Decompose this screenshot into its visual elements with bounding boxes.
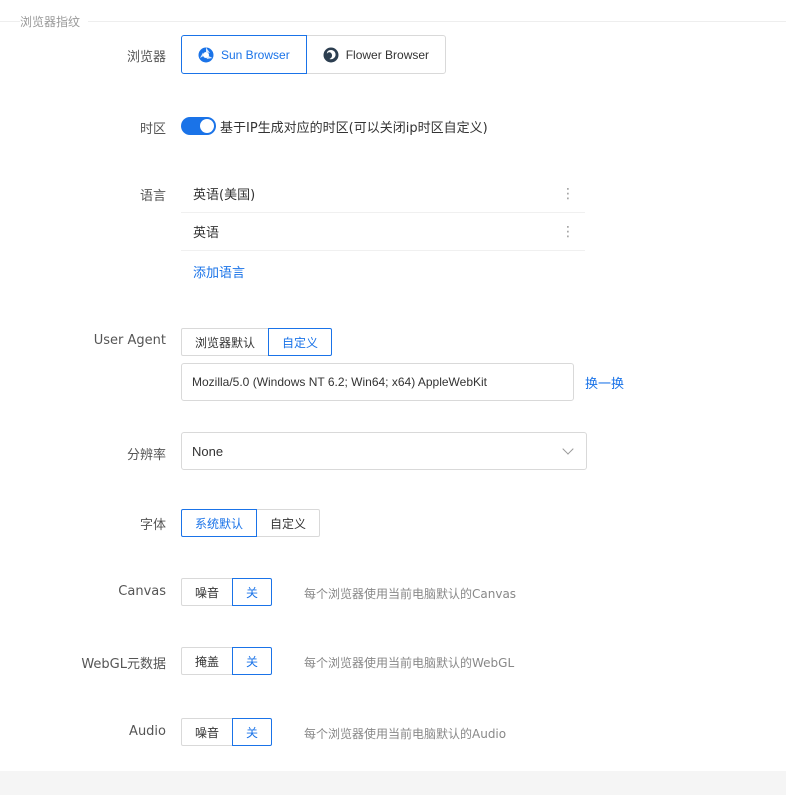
more-vertical-icon[interactable]: ⋮ (561, 225, 575, 239)
add-language-link[interactable]: 添加语言 (193, 262, 245, 281)
font-system-default-button[interactable]: 系统默认 (181, 509, 258, 537)
resolution-value: None (192, 443, 224, 459)
user-agent-input[interactable] (181, 363, 574, 401)
flower-browser-label: Flower Browser (345, 47, 430, 62)
webgl-label: WebGL元数据 (81, 657, 166, 672)
webgl-hint: 每个浏览器使用当前电脑默认的WebGL (304, 656, 515, 670)
section-title: 浏览器指纹 (20, 13, 89, 30)
audio-off-button[interactable]: 关 (232, 718, 273, 746)
audio-noise-button[interactable]: 噪音 (181, 718, 234, 746)
webgl-off-button[interactable]: 关 (232, 647, 273, 675)
language-name: 英语(美国) (193, 188, 256, 203)
language-name: 英语 (193, 226, 220, 241)
audio-mode-selector: 噪音 关 (181, 718, 273, 746)
resolution-select[interactable]: None (181, 432, 587, 470)
section-divider (0, 21, 786, 22)
webgl-mode-selector: 掩盖 关 (181, 647, 273, 675)
timezone-description: 基于IP生成对应的时区(可以关闭ip时区自定义) (220, 121, 488, 136)
canvas-noise-button[interactable]: 噪音 (181, 578, 234, 606)
canvas-label: Canvas (118, 584, 166, 599)
ua-default-button[interactable]: 浏览器默认 (181, 328, 270, 356)
ua-custom-button[interactable]: 自定义 (268, 328, 333, 356)
canvas-hint: 每个浏览器使用当前电脑默认的Canvas (304, 587, 517, 601)
toggle-knob (200, 119, 214, 133)
more-vertical-icon[interactable]: ⋮ (561, 187, 575, 201)
font-label: 字体 (139, 518, 166, 533)
font-mode-selector: 系统默认 自定义 (181, 509, 321, 537)
flower-browser-button[interactable]: Flower Browser (305, 35, 447, 74)
resolution-label: 分辨率 (126, 448, 166, 463)
user-agent-mode-selector: 浏览器默认 自定义 (181, 328, 333, 356)
sun-browser-label: Sun Browser (221, 47, 290, 62)
audio-label: Audio (129, 724, 166, 739)
footer-bar (0, 771, 786, 795)
language-row: 英语 ⋮ (181, 213, 585, 251)
chevron-down-icon (562, 443, 574, 455)
canvas-mode-selector: 噪音 关 (181, 578, 273, 606)
ua-refresh-link[interactable]: 换一换 (585, 373, 624, 392)
browser-selector: Sun Browser Flower Browser (181, 35, 447, 74)
timezone-toggle[interactable] (181, 117, 216, 135)
audio-hint: 每个浏览器使用当前电脑默认的Audio (304, 727, 507, 741)
language-row: 英语(美国) ⋮ (181, 175, 585, 213)
user-agent-label: User Agent (93, 333, 166, 348)
timezone-label: 时区 (139, 122, 166, 137)
language-label: 语言 (139, 189, 166, 204)
canvas-off-button[interactable]: 关 (232, 578, 273, 606)
flower-browser-icon (323, 47, 339, 62)
webgl-mask-button[interactable]: 掩盖 (181, 647, 234, 675)
browser-label: 浏览器 (126, 50, 166, 65)
sun-browser-icon (198, 47, 214, 62)
font-custom-button[interactable]: 自定义 (256, 509, 321, 537)
sun-browser-button[interactable]: Sun Browser (181, 35, 307, 74)
